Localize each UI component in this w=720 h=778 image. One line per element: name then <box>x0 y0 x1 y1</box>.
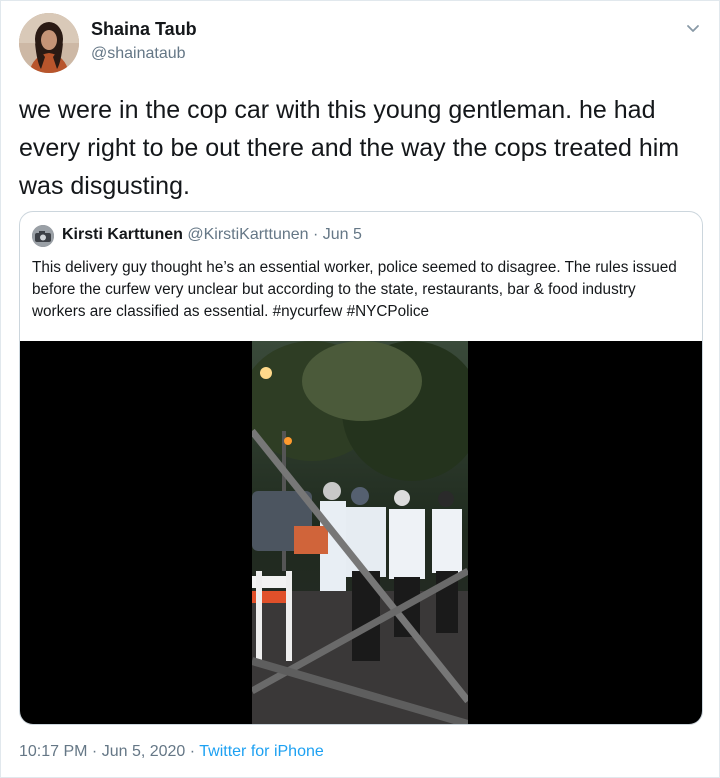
separator: · <box>313 226 319 243</box>
separator: · <box>185 743 200 760</box>
profile-photo-icon <box>32 225 54 247</box>
separator: · <box>87 743 102 760</box>
video-frame-icon <box>252 341 468 724</box>
tweet-time[interactable]: 10:17 PM <box>19 743 87 760</box>
tweet-date[interactable]: Jun 5, 2020 <box>102 743 186 760</box>
tweet-card: Shaina Taub @shainataub we were in the c… <box>0 0 720 778</box>
quoted-author-name[interactable]: Kirsti Karttunen <box>62 226 183 243</box>
quoted-tweet-date[interactable]: Jun 5 <box>323 226 362 243</box>
tweet-text: we were in the cop car with this young g… <box>19 96 680 200</box>
tweet-metadata: 10:17 PM · Jun 5, 2020 · Twitter for iPh… <box>19 743 324 761</box>
quoted-tweet[interactable]: Kirsti Karttunen @KirstiKarttunen · Jun … <box>19 211 703 725</box>
author-handle[interactable]: @shainataub <box>91 45 186 63</box>
quoted-tweet-text: This delivery guy thought he’s an essent… <box>32 259 677 320</box>
chevron-down-icon[interactable] <box>683 19 703 39</box>
quoted-author-avatar[interactable] <box>32 225 54 247</box>
tweet-source-link[interactable]: Twitter for iPhone <box>199 743 324 760</box>
author-avatar[interactable] <box>19 13 79 73</box>
quoted-tweet-header: Kirsti Karttunen @KirstiKarttunen · Jun … <box>62 226 362 244</box>
quoted-author-handle[interactable]: @KirstiKarttunen <box>187 226 308 243</box>
profile-photo-icon <box>19 13 79 73</box>
author-name[interactable]: Shaina Taub <box>91 19 197 40</box>
video-thumbnail[interactable] <box>20 341 702 724</box>
